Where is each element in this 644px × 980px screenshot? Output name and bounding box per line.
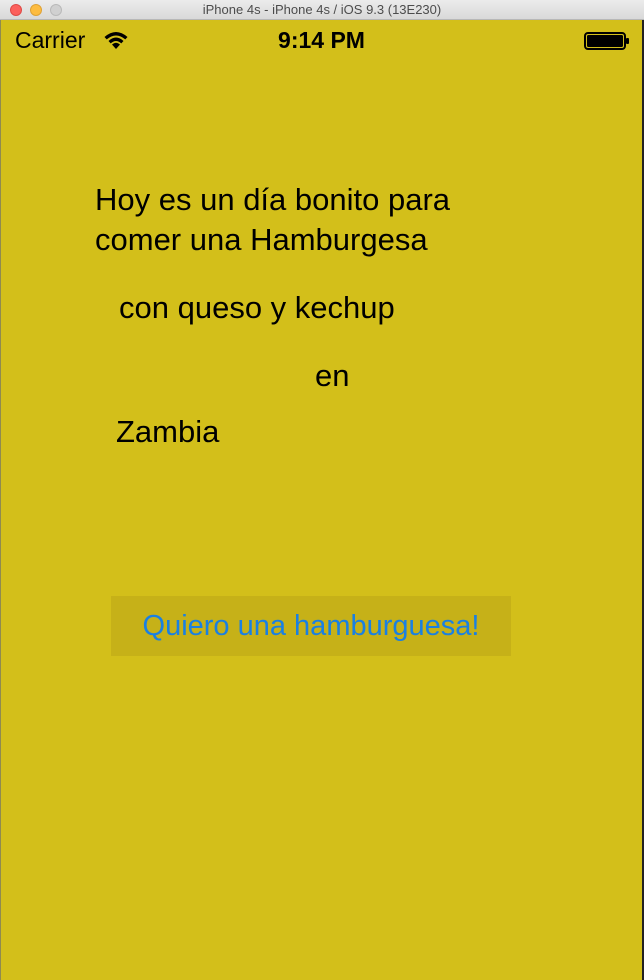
zambia-text: Zambia <box>116 414 220 449</box>
status-bar: Carrier 9:14 PM <box>1 20 642 60</box>
hamburger-button[interactable]: Quiero una hamburguesa! <box>111 596 511 656</box>
simulator-screen: Carrier 9:14 PM Hoy es un día bonito par… <box>0 20 644 980</box>
battery-icon <box>584 32 629 50</box>
intro-text: Hoy es un día bonito para comer una Hamb… <box>95 182 451 257</box>
simulator-title-bar: iPhone 4s - iPhone 4s / iOS 9.3 (13E230) <box>0 0 644 20</box>
window-title: iPhone 4s - iPhone 4s / iOS 9.3 (13E230) <box>202 2 442 17</box>
en-text: en <box>315 358 350 393</box>
queso-text: con queso y kechup <box>119 290 395 325</box>
status-time: 9:14 PM <box>278 27 365 53</box>
